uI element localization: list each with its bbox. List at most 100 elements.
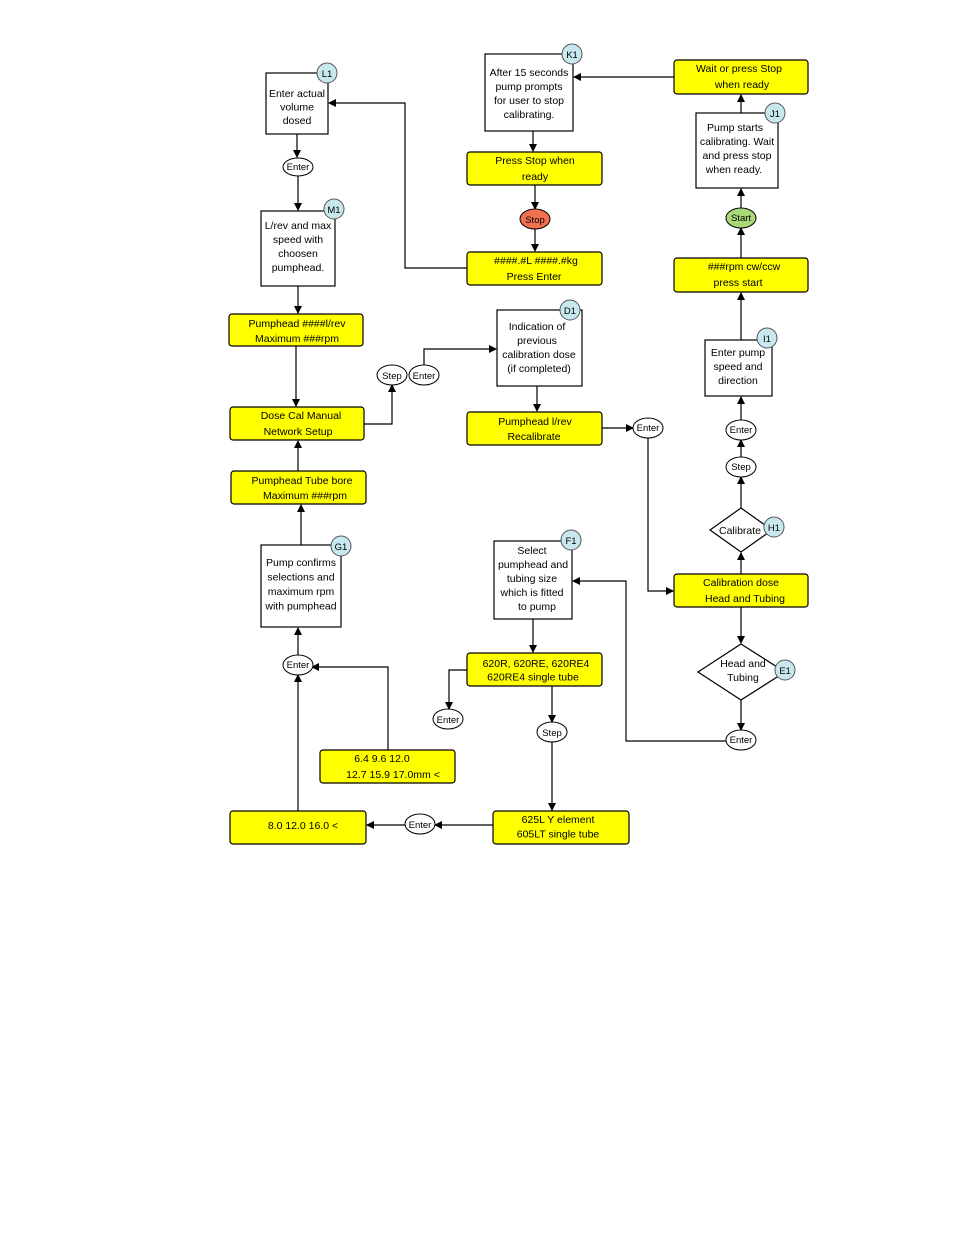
stop-key: Stop <box>519 208 551 230</box>
display-text: press start <box>713 277 762 289</box>
display-text: 620RE4 single tube <box>487 672 579 684</box>
ref-tag: F1 <box>565 536 576 547</box>
node-text: previous <box>517 335 557 347</box>
ref-tag: H1 <box>768 523 780 534</box>
display-text: Pumphead Tube bore <box>252 475 353 487</box>
display-rpm-direction: ###rpm cw/ccw press start <box>673 257 809 293</box>
display-sizes-b: 8.0 12.0 16.0 < <box>229 810 367 845</box>
arrow-dosecal-step <box>364 384 396 425</box>
enter-key-4: Enter <box>432 708 464 730</box>
ref-tag: G1 <box>335 542 348 553</box>
decision-head-tubing: Head and Tubing E1 <box>696 643 796 701</box>
node-text: speed with <box>273 234 323 246</box>
display-text: Wait or press Stop <box>696 63 782 75</box>
node-l1: Enter actual volume dosed L1 <box>265 62 338 135</box>
enter-key-2: Enter <box>282 654 314 676</box>
ref-tag: D1 <box>564 306 576 317</box>
display-text: Pumphead ####l/rev <box>249 318 347 330</box>
node-text: choosen <box>278 248 318 260</box>
arrow-620-enter <box>445 669 467 710</box>
node-text: selections and <box>267 572 334 584</box>
display-text: ready <box>522 171 549 183</box>
key-label: Step <box>382 371 402 382</box>
enter-key-1: Enter <box>282 157 314 177</box>
display-recalibrate: Pumphead l/rev Recalibrate <box>466 411 603 446</box>
display-press-stop: Press Stop when ready <box>466 151 603 186</box>
step-key-1: Step <box>536 721 568 743</box>
key-label: Enter <box>287 162 310 173</box>
svg-text:Enter pumpspeed anddirection: Enter pump speed and direction <box>711 347 765 387</box>
display-y-element: 625L Y element 605LT single tube <box>492 810 630 845</box>
node-text: calibration dose <box>502 349 576 361</box>
decision-text: Calibrate <box>719 525 761 537</box>
node-text: calibrating. <box>504 109 555 121</box>
node-m1: L/rev and max speed with choosen pumphead. … <box>260 198 345 287</box>
display-sizes-a: 6.4 9.6 12.0 12.7 15.9 17.0mm < <box>319 749 456 784</box>
node-text: L/rev and max <box>265 220 332 232</box>
display-text: Press Enter <box>507 271 562 283</box>
start-key: Start <box>725 207 757 229</box>
key-label: Enter <box>437 715 460 726</box>
display-tube-bore: Pumphead Tube bore Maximum ###rpm <box>230 470 367 505</box>
display-text: Dose Cal Manual <box>261 410 342 422</box>
node-text: to pump <box>518 601 556 613</box>
display-text: 605LT single tube <box>517 829 600 841</box>
step-key-2: Step <box>376 364 408 386</box>
display-text: Pumphead l/rev <box>498 416 572 428</box>
arrow-enter-caldose <box>647 437 674 595</box>
node-d1: Indication of previous calibration dose (if… <box>496 299 583 387</box>
node-text: direction <box>718 375 758 387</box>
step-key-3: Step <box>725 456 757 478</box>
display-text: 620R, 620RE, 620RE4 <box>483 658 590 670</box>
key-label: Step <box>542 728 562 739</box>
display-dose-cal-menu: Dose Cal Manual Network Setup <box>229 406 365 441</box>
node-text: with pumphead <box>264 601 336 613</box>
node-text: which is fitted <box>499 587 563 599</box>
display-text: 625L Y element <box>522 814 595 826</box>
node-text: (if completed) <box>507 363 571 375</box>
node-text: pump prompts <box>495 81 562 93</box>
enter-key-7: Enter <box>725 419 757 441</box>
node-text: pumphead. <box>272 262 325 274</box>
node-text: and press stop <box>703 150 772 162</box>
node-text: dosed <box>283 115 312 127</box>
display-text: 12.7 15.9 17.0mm < <box>346 769 440 781</box>
display-text: Maximum ###rpm <box>263 490 347 502</box>
display-text: Press Stop when <box>495 155 575 167</box>
ref-tag: I1 <box>763 334 771 345</box>
key-label: Stop <box>525 215 545 226</box>
calibration-flowchart: Enter actual volume dosed L1 Enter L/rev a… <box>228 43 809 845</box>
display-text: Maximum ###rpm <box>255 333 339 345</box>
display-text: Network Setup <box>264 426 333 438</box>
node-text: Enter pump <box>711 347 765 359</box>
ref-tag: L1 <box>322 69 333 80</box>
node-text: calibrating. Wait <box>700 136 774 148</box>
ref-tag: J1 <box>770 109 780 120</box>
enter-key-6: Enter <box>632 417 664 439</box>
node-f1: Select pumphead and tubing size which is fi… <box>493 529 582 620</box>
ref-tag: M1 <box>327 205 340 216</box>
display-text: Recalibrate <box>507 431 560 443</box>
arrow-sizesa-enter <box>311 663 389 750</box>
node-j1: Pump starts calibrating. Wait and press st… <box>695 102 786 189</box>
arrow-enter-d1 <box>423 345 497 366</box>
key-label: Enter <box>637 423 660 434</box>
display-text: 6.4 9.6 12.0 <box>354 753 410 765</box>
svg-text:620R, 620RE, 620RE4620RE4 sing: 620R, 620RE, 620RE4 620RE4 single tube <box>483 658 590 684</box>
arrow-result-l1 <box>328 99 467 269</box>
node-text: After 15 seconds <box>490 67 569 79</box>
connectors <box>292 73 745 829</box>
decision-text: Tubing <box>727 672 759 684</box>
node-text: tubing size <box>507 573 557 585</box>
key-label: Enter <box>730 735 753 746</box>
display-pumphead-lrev: Pumphead ####l/rev Maximum ###rpm <box>228 313 364 347</box>
node-text: Pump starts <box>707 122 763 134</box>
node-text: maximum rpm <box>268 586 335 598</box>
key-label: Enter <box>730 425 753 436</box>
display-wait-stop: Wait or press Stop when ready <box>673 59 809 95</box>
key-label: Enter <box>287 660 310 671</box>
key-label: Step <box>731 462 751 473</box>
display-text: Head and Tubing <box>705 593 785 605</box>
enter-key-8: Enter <box>725 729 757 751</box>
ref-tag: K1 <box>566 50 578 61</box>
